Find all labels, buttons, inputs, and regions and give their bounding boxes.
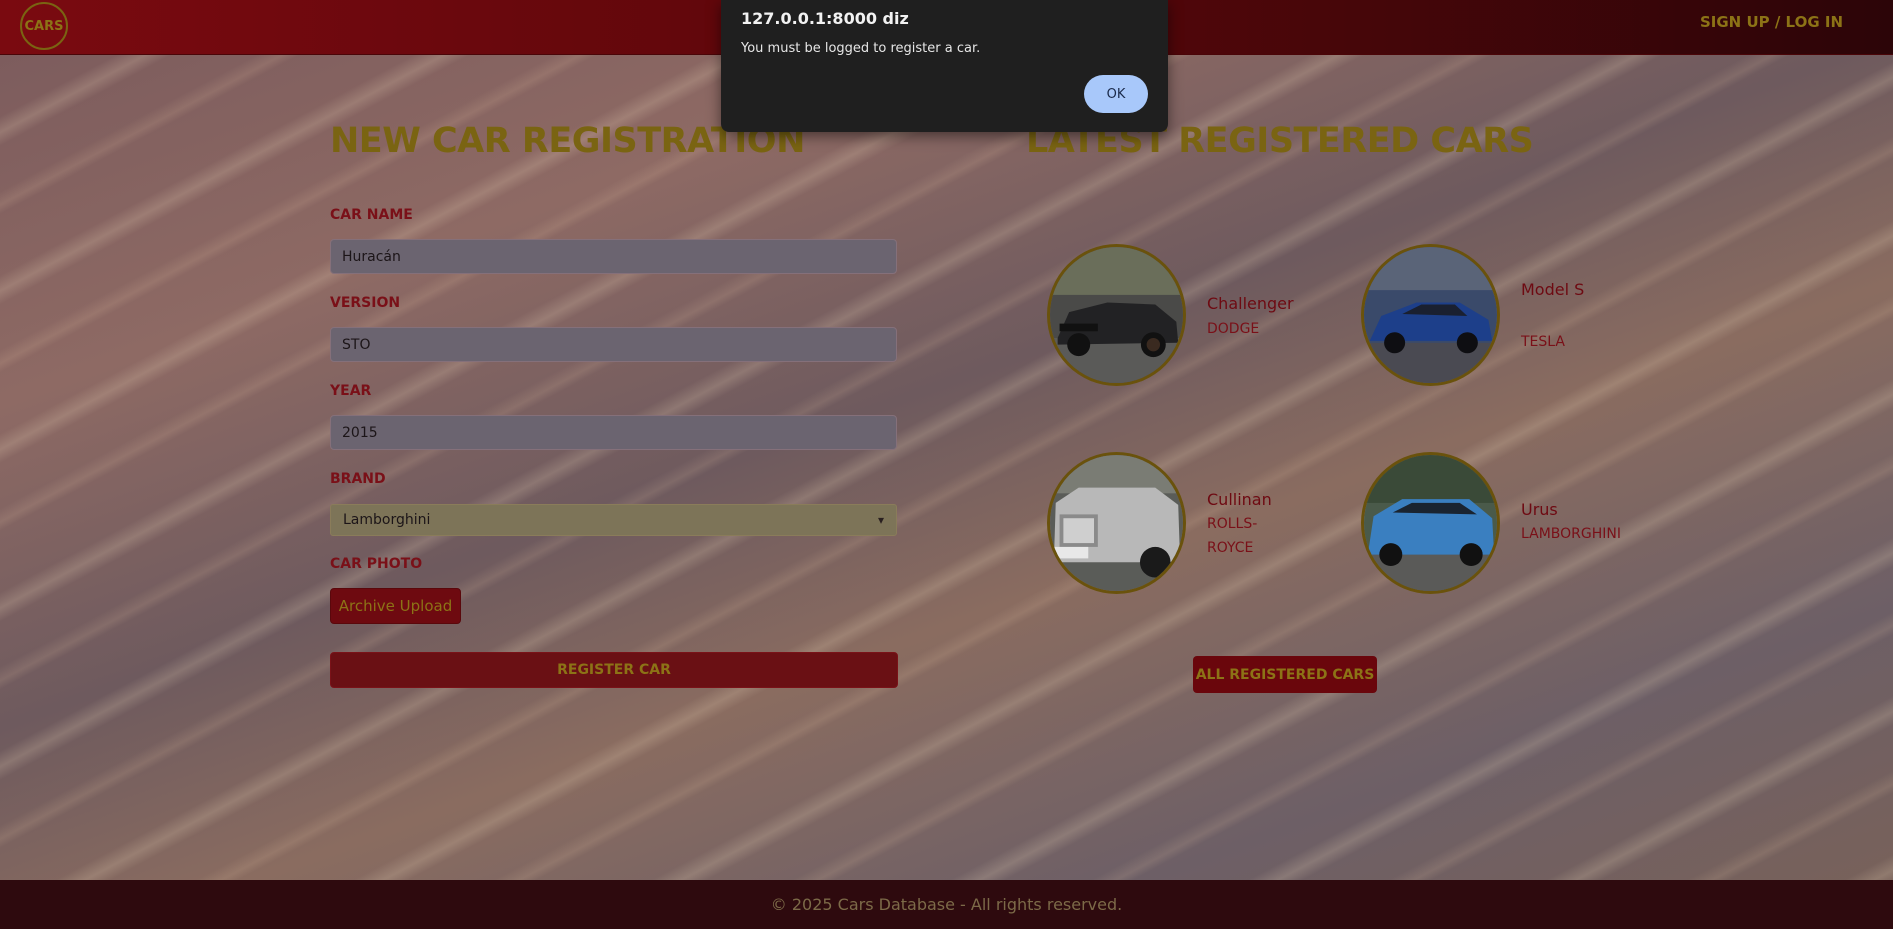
year-input[interactable] [330, 415, 897, 450]
brand-select[interactable]: Lamborghini ▾ [330, 504, 897, 536]
site-logo[interactable]: CARS [20, 2, 68, 50]
car-card[interactable]: Challenger DODGE [1047, 244, 1327, 389]
car-brand: ROLLS-ROYCE [1207, 516, 1258, 556]
car-card[interactable]: Cullinan ROLLS-ROYCE [1047, 452, 1327, 597]
car-name-input[interactable] [330, 239, 897, 274]
car-photo [1047, 244, 1186, 386]
all-registered-cars-button[interactable]: ALL REGISTERED CARS [1193, 656, 1377, 693]
car-brand: DODGE [1207, 321, 1260, 337]
car-photo-label: CAR PHOTO [330, 556, 423, 572]
car-photo [1361, 452, 1500, 594]
alert-ok-button[interactable]: OK [1084, 75, 1148, 113]
register-car-button[interactable]: REGISTER CAR [330, 652, 898, 688]
car-brand: TESLA [1521, 334, 1565, 350]
car-name-label: CAR NAME [330, 207, 413, 223]
alert-title: 127.0.0.1:8000 diz [741, 9, 909, 28]
car-name: Urus [1521, 500, 1558, 519]
brand-label: BRAND [330, 471, 386, 487]
signup-login-link[interactable]: SIGN UP / LOG IN [1700, 13, 1843, 31]
car-photo [1047, 452, 1186, 594]
version-label: VERSION [330, 295, 401, 311]
car-name: Challenger [1207, 294, 1294, 313]
car-brand: LAMBORGHINI [1521, 526, 1621, 542]
footer-copyright: © 2025 Cars Database - All rights reserv… [770, 895, 1123, 914]
footer: © 2025 Cars Database - All rights reserv… [0, 880, 1893, 929]
chevron-down-icon: ▾ [877, 513, 884, 527]
year-label: YEAR [330, 383, 372, 399]
archive-upload-button[interactable]: Archive Upload [330, 588, 461, 624]
car-name: Cullinan [1207, 490, 1272, 509]
alert-dialog: 127.0.0.1:8000 diz You must be logged to… [721, 0, 1168, 132]
version-input[interactable] [330, 327, 897, 362]
car-name: Model S [1521, 280, 1585, 299]
car-photo [1361, 244, 1500, 386]
car-card[interactable]: Model S TESLA [1361, 244, 1641, 389]
car-card[interactable]: Urus LAMBORGHINI [1361, 452, 1641, 597]
alert-message: You must be logged to register a car. [741, 41, 981, 56]
brand-select-value: Lamborghini [343, 512, 431, 528]
